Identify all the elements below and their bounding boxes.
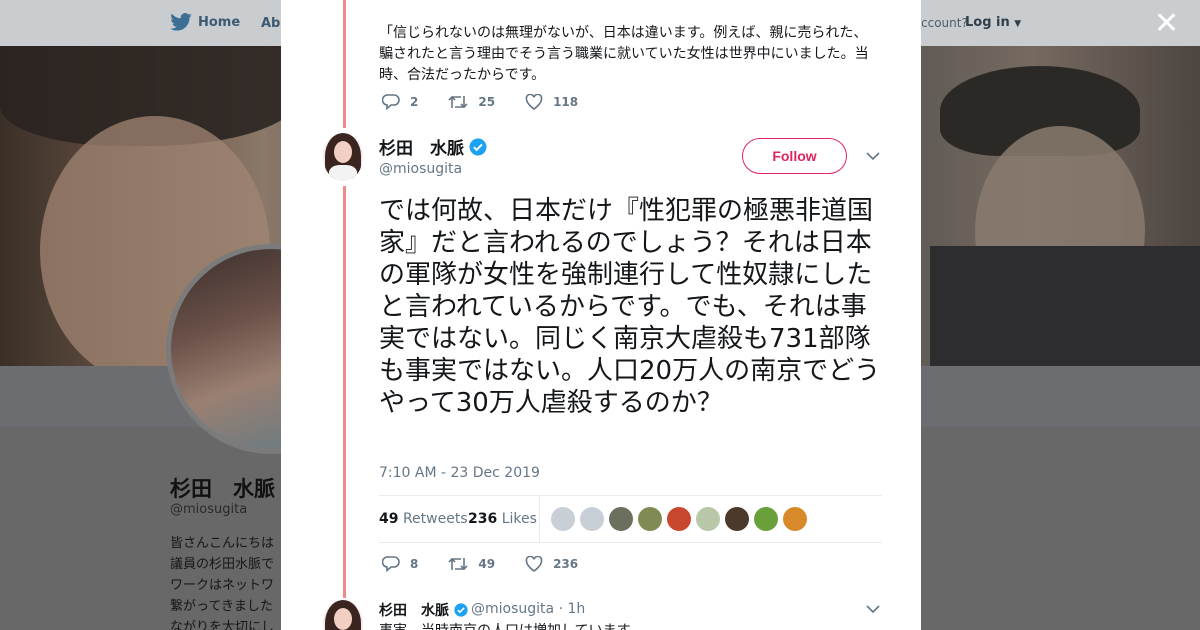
retweets-stat-label: Retweets <box>402 511 468 527</box>
login-label: Log in <box>965 15 1010 30</box>
bio-line: ながりを大切にし <box>170 620 275 630</box>
reply-author-avatar[interactable] <box>323 600 363 630</box>
tweet-stats: 49 Retweets 236 Likes <box>379 495 882 543</box>
like-count: 118 <box>553 95 579 109</box>
follow-button[interactable]: Follow <box>742 138 847 174</box>
liker-avatar[interactable] <box>725 507 749 531</box>
twitter-bird-icon <box>170 13 192 31</box>
tweet-actions: 8 49 236 <box>382 556 608 572</box>
reply-icon <box>382 94 400 110</box>
tweet-timestamp[interactable]: 7:10 AM - 23 Dec 2019 <box>379 465 540 481</box>
profile-bio: 皆さんこんにちは 議員の杉田水脈で ワークはネットワ 繋がってきました ながりを… <box>170 533 282 630</box>
reply-handle-text: @miosugita <box>471 601 555 617</box>
retweet-count: 25 <box>478 95 496 109</box>
author-name[interactable]: 杉田 水脈 <box>379 134 487 159</box>
retweet-button[interactable]: 25 <box>448 94 495 110</box>
parent-tweet-actions: 2 25 118 <box>382 94 608 110</box>
reply-icon <box>382 556 400 572</box>
retweet-button[interactable]: 49 <box>448 556 495 572</box>
liker-avatars <box>551 507 807 531</box>
liker-avatar[interactable] <box>754 507 778 531</box>
liker-avatar[interactable] <box>551 507 575 531</box>
liker-avatar[interactable] <box>696 507 720 531</box>
retweet-icon <box>448 557 468 571</box>
bio-line: ワークはネットワ <box>170 578 275 593</box>
reply-author-name[interactable]: 杉田 水脈 <box>379 600 468 620</box>
reply-button[interactable]: 2 <box>382 94 418 110</box>
bio-line: 繋がってきました <box>170 599 273 614</box>
thread-line-main <box>343 186 346 598</box>
author-avatar[interactable] <box>323 133 363 181</box>
thread-line-top <box>343 0 346 128</box>
reply-author-handle[interactable]: @miosugita · 1h <box>471 601 585 617</box>
heart-icon <box>525 556 543 572</box>
retweets-stat-count: 49 <box>379 511 399 527</box>
reply-count: 2 <box>410 95 419 109</box>
liker-avatar[interactable] <box>783 507 807 531</box>
liker-avatar[interactable] <box>609 507 633 531</box>
bio-line: 議員の杉田水脈で <box>170 557 275 572</box>
chevron-down-icon[interactable] <box>866 151 880 161</box>
like-button[interactable]: 236 <box>525 556 578 572</box>
account-prompt: ccount? <box>921 16 968 30</box>
author-name-text: 杉田 水脈 <box>379 139 464 159</box>
reply-tweet-text: 事実、当時南京の人口は増加しています。 <box>379 620 643 630</box>
stats-divider <box>539 496 540 542</box>
reply-count: 8 <box>410 557 419 571</box>
tweet-text: では何故、日本だけ『性犯罪の極悪非道国家』だと言われるのでしょう？それは日本の軍… <box>379 196 881 418</box>
close-icon[interactable]: ✕ <box>1154 9 1179 39</box>
retweet-icon <box>448 95 468 109</box>
bio-line: 皆さんこんにちは <box>170 536 275 551</box>
login-menu[interactable]: Log in ▼ <box>965 15 1021 30</box>
retweets-stat[interactable]: 49 Retweets <box>379 511 468 527</box>
heart-icon <box>525 94 543 110</box>
like-count: 236 <box>553 557 579 571</box>
verified-badge-icon <box>469 138 487 155</box>
caret-down-icon: ▼ <box>1014 19 1022 29</box>
like-button[interactable]: 118 <box>525 94 578 110</box>
profile-handle: @miosugita <box>170 502 248 517</box>
parent-tweet-text: 「信じられないのは無理がないが、日本は違います。例えば、親に売られた、騙されたと… <box>379 25 869 83</box>
likes-stat-label: Likes <box>501 511 537 527</box>
profile-name: 杉田 水脈 <box>170 477 275 501</box>
liker-avatar[interactable] <box>580 507 604 531</box>
tweet-modal: 「信じられないのは無理がないが、日本は違います。例えば、親に売られた、騙されたと… <box>281 0 921 630</box>
retweet-count: 49 <box>478 557 496 571</box>
chevron-down-icon[interactable] <box>866 604 880 614</box>
nav-home-label: Home <box>198 14 241 30</box>
liker-avatar[interactable] <box>667 507 691 531</box>
reply-time: · 1h <box>558 601 586 617</box>
author-handle[interactable]: @miosugita <box>379 161 462 177</box>
liker-avatar[interactable] <box>638 507 662 531</box>
likes-stat-count: 236 <box>468 511 498 527</box>
reply-button[interactable]: 8 <box>382 556 418 572</box>
reply-author-name-text: 杉田 水脈 <box>379 603 449 619</box>
verified-badge-icon <box>454 603 468 617</box>
nav-home-link[interactable]: Home <box>170 13 240 31</box>
likes-stat[interactable]: 236 Likes <box>468 511 537 527</box>
